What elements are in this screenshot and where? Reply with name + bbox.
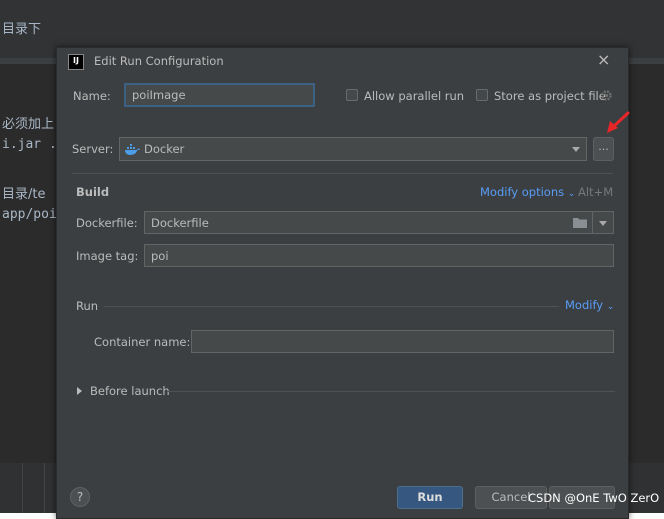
dockerfile-label: Dockerfile: <box>76 216 138 230</box>
server-dropdown[interactable]: Docker <box>119 137 587 161</box>
container-name-field[interactable] <box>191 330 614 353</box>
modify-options-shortcut: Alt+M <box>578 185 614 199</box>
separator <box>104 306 559 307</box>
bg-text-line: 目录/te <box>2 187 46 202</box>
name-label: Name: <box>73 89 111 103</box>
store-as-project-file-checkbox[interactable] <box>476 89 488 101</box>
folder-icon[interactable] <box>573 216 587 228</box>
name-input[interactable] <box>132 88 307 102</box>
intellij-app-icon: IJ <box>68 54 84 70</box>
modify-options-link[interactable]: Modify options ⌄ <box>480 185 575 199</box>
modify-link-text: Modify <box>565 298 604 312</box>
server-browse-button[interactable]: ... <box>593 137 614 161</box>
chevron-down-icon <box>572 147 580 152</box>
edit-run-configuration-dialog: IJ Edit Run Configuration × Name: Allow … <box>56 47 630 519</box>
separator <box>72 173 613 174</box>
server-label: Server: <box>72 142 114 156</box>
bg-code-line: app/poi <box>2 207 57 222</box>
bg-text-line: 必须加上 <box>2 117 55 132</box>
help-button[interactable]: ? <box>70 487 90 507</box>
store-as-project-file-label: Store as project file <box>494 89 606 103</box>
close-icon[interactable]: × <box>597 51 610 69</box>
red-arrow-annotation <box>607 111 630 133</box>
gear-icon[interactable] <box>600 89 613 102</box>
chevron-down-icon: ⌄ <box>606 302 615 312</box>
allow-parallel-run-label: Allow parallel run <box>364 89 465 103</box>
container-name-input[interactable] <box>198 334 607 349</box>
image-tag-field[interactable] <box>144 244 614 267</box>
separator <box>167 391 615 392</box>
modify-options-link-text: Modify options <box>480 185 565 199</box>
before-launch-label[interactable]: Before launch <box>90 384 170 398</box>
allow-parallel-run-checkbox[interactable] <box>346 89 358 101</box>
csdn-watermark: CSDN @OnE TwO ZerO <box>528 491 660 505</box>
server-value: Docker <box>144 142 185 156</box>
image-tag-label: Image tag: <box>76 249 139 263</box>
container-name-label: Container name: <box>94 335 191 349</box>
chevron-down-icon: ⌄ <box>567 189 576 199</box>
build-heading: Build <box>76 185 110 199</box>
name-field[interactable] <box>124 83 315 107</box>
run-heading: Run <box>76 299 99 313</box>
dockerfile-field[interactable]: Dockerfile <box>144 211 614 234</box>
image-tag-input[interactable] <box>151 248 607 263</box>
run-button[interactable]: Run <box>397 486 463 509</box>
expand-arrow-icon[interactable] <box>77 387 82 395</box>
chevron-down-icon[interactable] <box>599 221 607 226</box>
dockerfile-value: Dockerfile <box>151 215 209 230</box>
bg-code-line: i.jar . <box>2 137 57 152</box>
dialog-title: Edit Run Configuration <box>94 54 224 68</box>
modify-link[interactable]: Modify ⌄ <box>565 298 614 312</box>
docker-icon <box>125 143 140 155</box>
bg-text-line: 目录下 <box>2 22 42 37</box>
